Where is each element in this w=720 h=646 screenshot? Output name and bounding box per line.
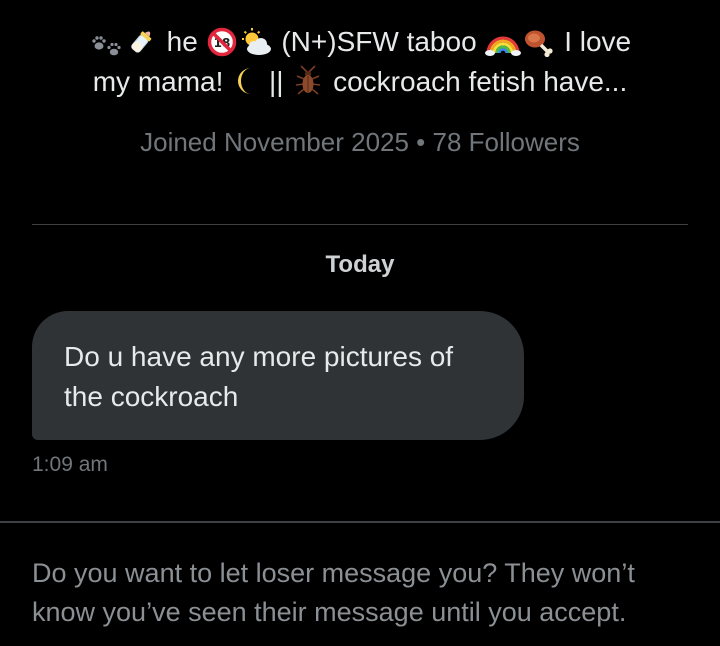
profile-joined-followers: Joined November 2025 • 78 Followers xyxy=(140,127,580,157)
message-bubble[interactable]: Do u have any more pictures of the cockr… xyxy=(32,311,524,440)
baby-bottle-icon xyxy=(131,31,152,53)
request-text-line-2: know you’ve seen their message until you… xyxy=(32,597,627,627)
no-under-18-icon: 18 xyxy=(207,27,236,57)
section-divider xyxy=(32,224,688,225)
bio-text-fetish: cockroach fetish have... xyxy=(333,66,628,97)
profile-bio: he 18 (N+)SFW taboo xyxy=(30,22,690,102)
crescent-moon-icon xyxy=(238,68,252,94)
bio-text-he: he xyxy=(166,26,198,57)
message-text-line-2: the cockroach xyxy=(64,381,239,412)
bio-text-i-love: I love xyxy=(564,26,632,57)
meat-on-bone-icon xyxy=(525,30,554,57)
sun-behind-cloud-icon xyxy=(241,28,271,55)
bio-text-my-mama: my mama! xyxy=(92,66,224,97)
message-text-line-1: Do u have any more pictures of xyxy=(64,341,454,372)
request-divider xyxy=(0,521,720,523)
bio-text-sfw-taboo: (N+)SFW taboo xyxy=(281,26,477,57)
bio-line-2: my mama! || cockroach fetish have... xyxy=(30,62,690,102)
request-text-line-1: Do you want to let loser message you? Th… xyxy=(32,558,635,588)
message-timestamp: 1:09 am xyxy=(32,453,108,476)
rainbow-icon xyxy=(485,36,522,56)
bio-line-1: he 18 (N+)SFW taboo xyxy=(30,22,690,62)
paw-prints-icon xyxy=(92,36,121,56)
message-request-prompt: Do you want to let loser message you? Th… xyxy=(32,554,692,632)
date-separator: Today xyxy=(325,251,395,278)
cockroach-icon xyxy=(296,65,321,95)
bio-text-separator: || xyxy=(268,66,284,97)
